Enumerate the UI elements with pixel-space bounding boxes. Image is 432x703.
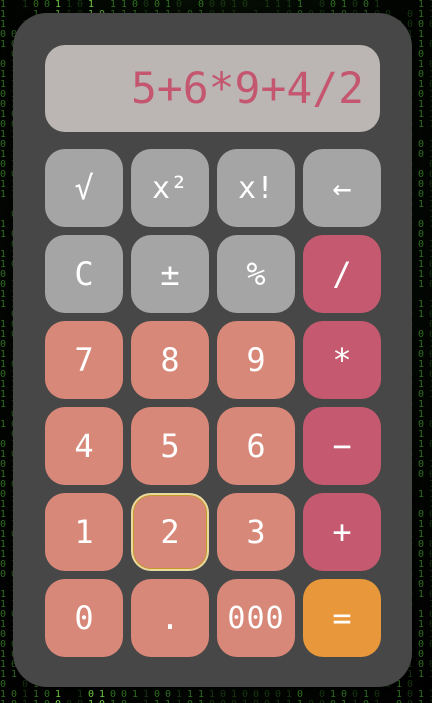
digit-6-button[interactable]: 6 [217,407,295,485]
keypad: √ x² x! ← C ± % / 7 8 9 * 4 5 6 − 1 2 3 … [45,149,381,657]
triple-zero-label: 000 [227,600,285,636]
divide-button[interactable]: / [303,235,381,313]
add-button[interactable]: + [303,493,381,571]
digit-5-label: 5 [160,427,180,465]
digit-7-button[interactable]: 7 [45,321,123,399]
square-button[interactable]: x² [131,149,209,227]
digit-4-label: 4 [74,427,94,465]
factorial-label: x! [237,170,275,206]
calculator-display: 5+6*9+4/2 [45,45,380,132]
backspace-button[interactable]: ← [303,149,381,227]
multiply-button[interactable]: * [303,321,381,399]
digit-8-button[interactable]: 8 [131,321,209,399]
sqrt-label: √ [74,169,94,207]
percent-button[interactable]: % [217,235,295,313]
plus-minus-label: ± [160,255,180,293]
display-expression: 5+6*9+4/2 [131,63,364,114]
percent-label: % [246,255,266,293]
multiply-label: * [332,341,352,379]
factorial-button[interactable]: x! [217,149,295,227]
digit-2-label: 2 [160,513,180,551]
rain-column: 0 1 1 0 1 1 0 1 0 1 0 1 1 1 0 0 0 0 0 1 … [418,0,425,703]
subtract-button[interactable]: − [303,407,381,485]
digit-0-button[interactable]: 0 [45,579,123,657]
square-label: x² [151,170,189,206]
backspace-label: ← [332,169,352,207]
triple-zero-button[interactable]: 000 [217,579,295,657]
digit-9-label: 9 [246,341,266,379]
digit-8-label: 8 [160,341,180,379]
digit-7-label: 7 [74,341,94,379]
digit-2-button[interactable]: 2 [131,493,209,571]
equals-button[interactable]: = [303,579,381,657]
add-label: + [332,513,352,551]
rain-column: 0 1 1 1 0 1 0 1 1 0 0 1 0 1 0 1 0 0 1 1 … [0,0,7,703]
digit-3-button[interactable]: 3 [217,493,295,571]
equals-label: = [332,599,352,637]
digit-0-label: 0 [74,599,94,637]
digit-5-button[interactable]: 5 [131,407,209,485]
divide-label: / [332,255,352,293]
subtract-label: − [332,427,352,465]
digit-3-label: 3 [246,513,266,551]
digit-6-label: 6 [246,427,266,465]
calculator-body: 5+6*9+4/2 √ x² x! ← C ± % / 7 8 9 * 4 5 … [13,13,412,687]
decimal-label: . [160,599,180,637]
sqrt-button[interactable]: √ [45,149,123,227]
clear-button[interactable]: C [45,235,123,313]
plus-minus-button[interactable]: ± [131,235,209,313]
digit-1-button[interactable]: 1 [45,493,123,571]
digit-9-button[interactable]: 9 [217,321,295,399]
decimal-button[interactable]: . [131,579,209,657]
digit-1-label: 1 [74,513,94,551]
clear-label: C [74,255,94,293]
digit-4-button[interactable]: 4 [45,407,123,485]
